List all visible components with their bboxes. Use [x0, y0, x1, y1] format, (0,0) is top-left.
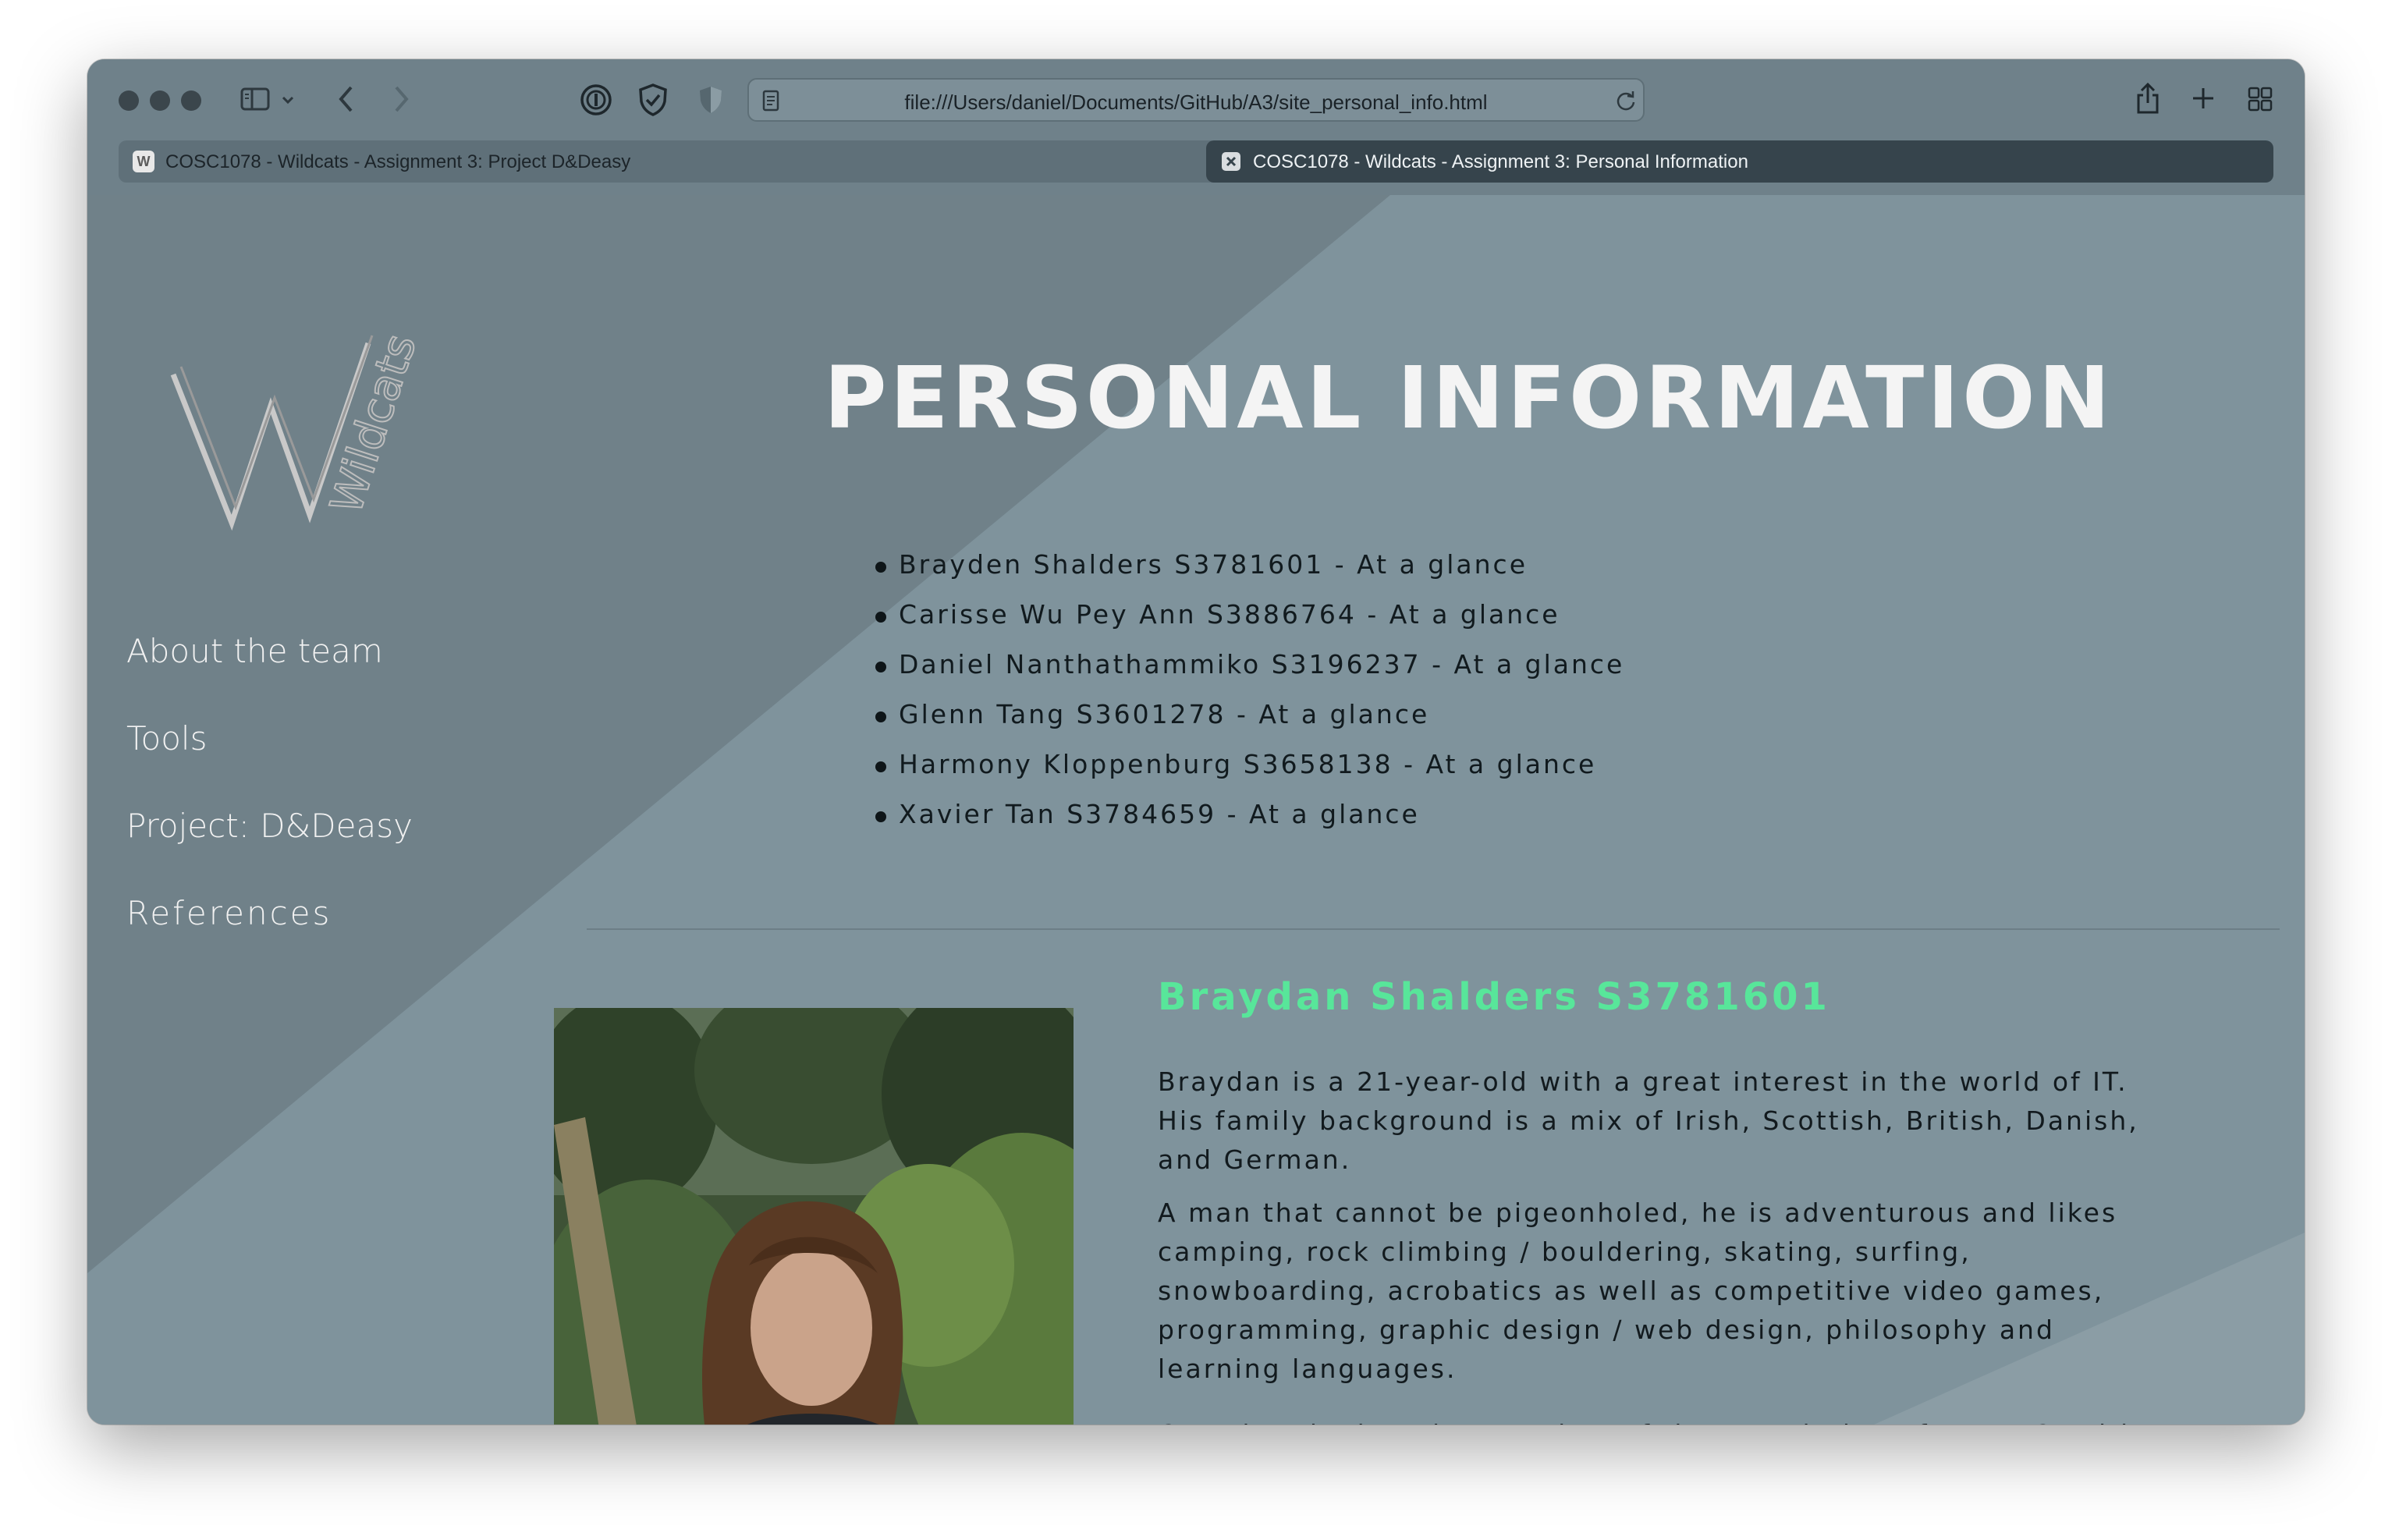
url-text[interactable]: file:///Users/daniel/Documents/GitHub/A3… [749, 90, 1643, 115]
back-arrow-icon[interactable] [337, 84, 356, 114]
page-title: PERSONAL INFORMATION [824, 348, 2113, 448]
profile-paragraph: Braydan is a 21-year-old with a great in… [1158, 1066, 2139, 1175]
chevron-down-icon[interactable] [281, 95, 295, 105]
shield-icon[interactable] [637, 83, 669, 117]
reload-icon[interactable] [1615, 89, 1637, 112]
nav-about-the-team[interactable]: About the team [126, 632, 383, 670]
tab-label: COSC1078 - Wildcats - Assignment 3: Pers… [1253, 151, 1748, 172]
sidebar-toggle-icon[interactable] [240, 86, 271, 112]
logo-word: Wildcats [321, 328, 426, 520]
team-link[interactable]: Glenn Tang S3601278 - At a glance [875, 699, 1624, 749]
forward-arrow-icon[interactable] [392, 84, 410, 114]
profile-paragraph: A man that cannot be pigeonholed, he is … [1158, 1198, 2118, 1384]
team-member-list: Brayden Shalders S3781601 - At a glance … [875, 549, 1624, 849]
section-divider [587, 928, 2280, 930]
team-link[interactable]: Daniel Nanthathammiko S3196237 - At a gl… [875, 649, 1624, 699]
profile-paragraph: Completed education consists of the comp… [1158, 1415, 2172, 1425]
tab-overview-icon[interactable] [2247, 86, 2273, 112]
nav-tools[interactable]: Tools [126, 719, 207, 758]
team-link[interactable]: Brayden Shalders S3781601 - At a glance [875, 549, 1624, 599]
nav-project-ddeasy[interactable]: Project: D&Deasy [126, 807, 413, 845]
browser-toolbar: file:///Users/daniel/Documents/GitHub/A3… [87, 59, 2305, 195]
share-icon[interactable] [2135, 81, 2161, 115]
wildcats-favicon-icon: W [133, 151, 154, 172]
zoom-window-button[interactable] [181, 90, 201, 111]
team-link[interactable]: Carisse Wu Pey Ann S3886764 - At a glanc… [875, 599, 1624, 649]
web-page: Wildcats About the team Tools Project: D… [87, 195, 2305, 1425]
tab-personal-information[interactable]: COSC1078 - Wildcats - Assignment 3: Pers… [1206, 140, 2273, 183]
profile-photo [554, 1008, 1074, 1425]
address-bar[interactable]: file:///Users/daniel/Documents/GitHub/A3… [747, 78, 1645, 122]
password-manager-icon[interactable] [579, 83, 613, 117]
tab-label: COSC1078 - Wildcats - Assignment 3: Proj… [165, 151, 631, 172]
close-window-button[interactable] [119, 90, 139, 111]
team-link[interactable]: Xavier Tan S3784659 - At a glance [875, 799, 1624, 849]
browser-window: file:///Users/daniel/Documents/GitHub/A3… [87, 59, 2305, 1425]
team-link[interactable]: Harmony Kloppenburg S3658138 - At a glan… [875, 749, 1624, 799]
wildcats-logo[interactable]: Wildcats [165, 312, 446, 534]
tab-project[interactable]: W COSC1078 - Wildcats - Assignment 3: Pr… [119, 140, 1219, 183]
profile-name: Braydan Shalders S3781601 [1158, 975, 1830, 1019]
new-tab-icon[interactable] [2191, 86, 2216, 111]
privacy-report-icon[interactable] [697, 84, 724, 115]
nav-references[interactable]: References [126, 894, 332, 932]
close-tab-icon[interactable] [1222, 152, 1240, 171]
minimize-window-button[interactable] [150, 90, 170, 111]
